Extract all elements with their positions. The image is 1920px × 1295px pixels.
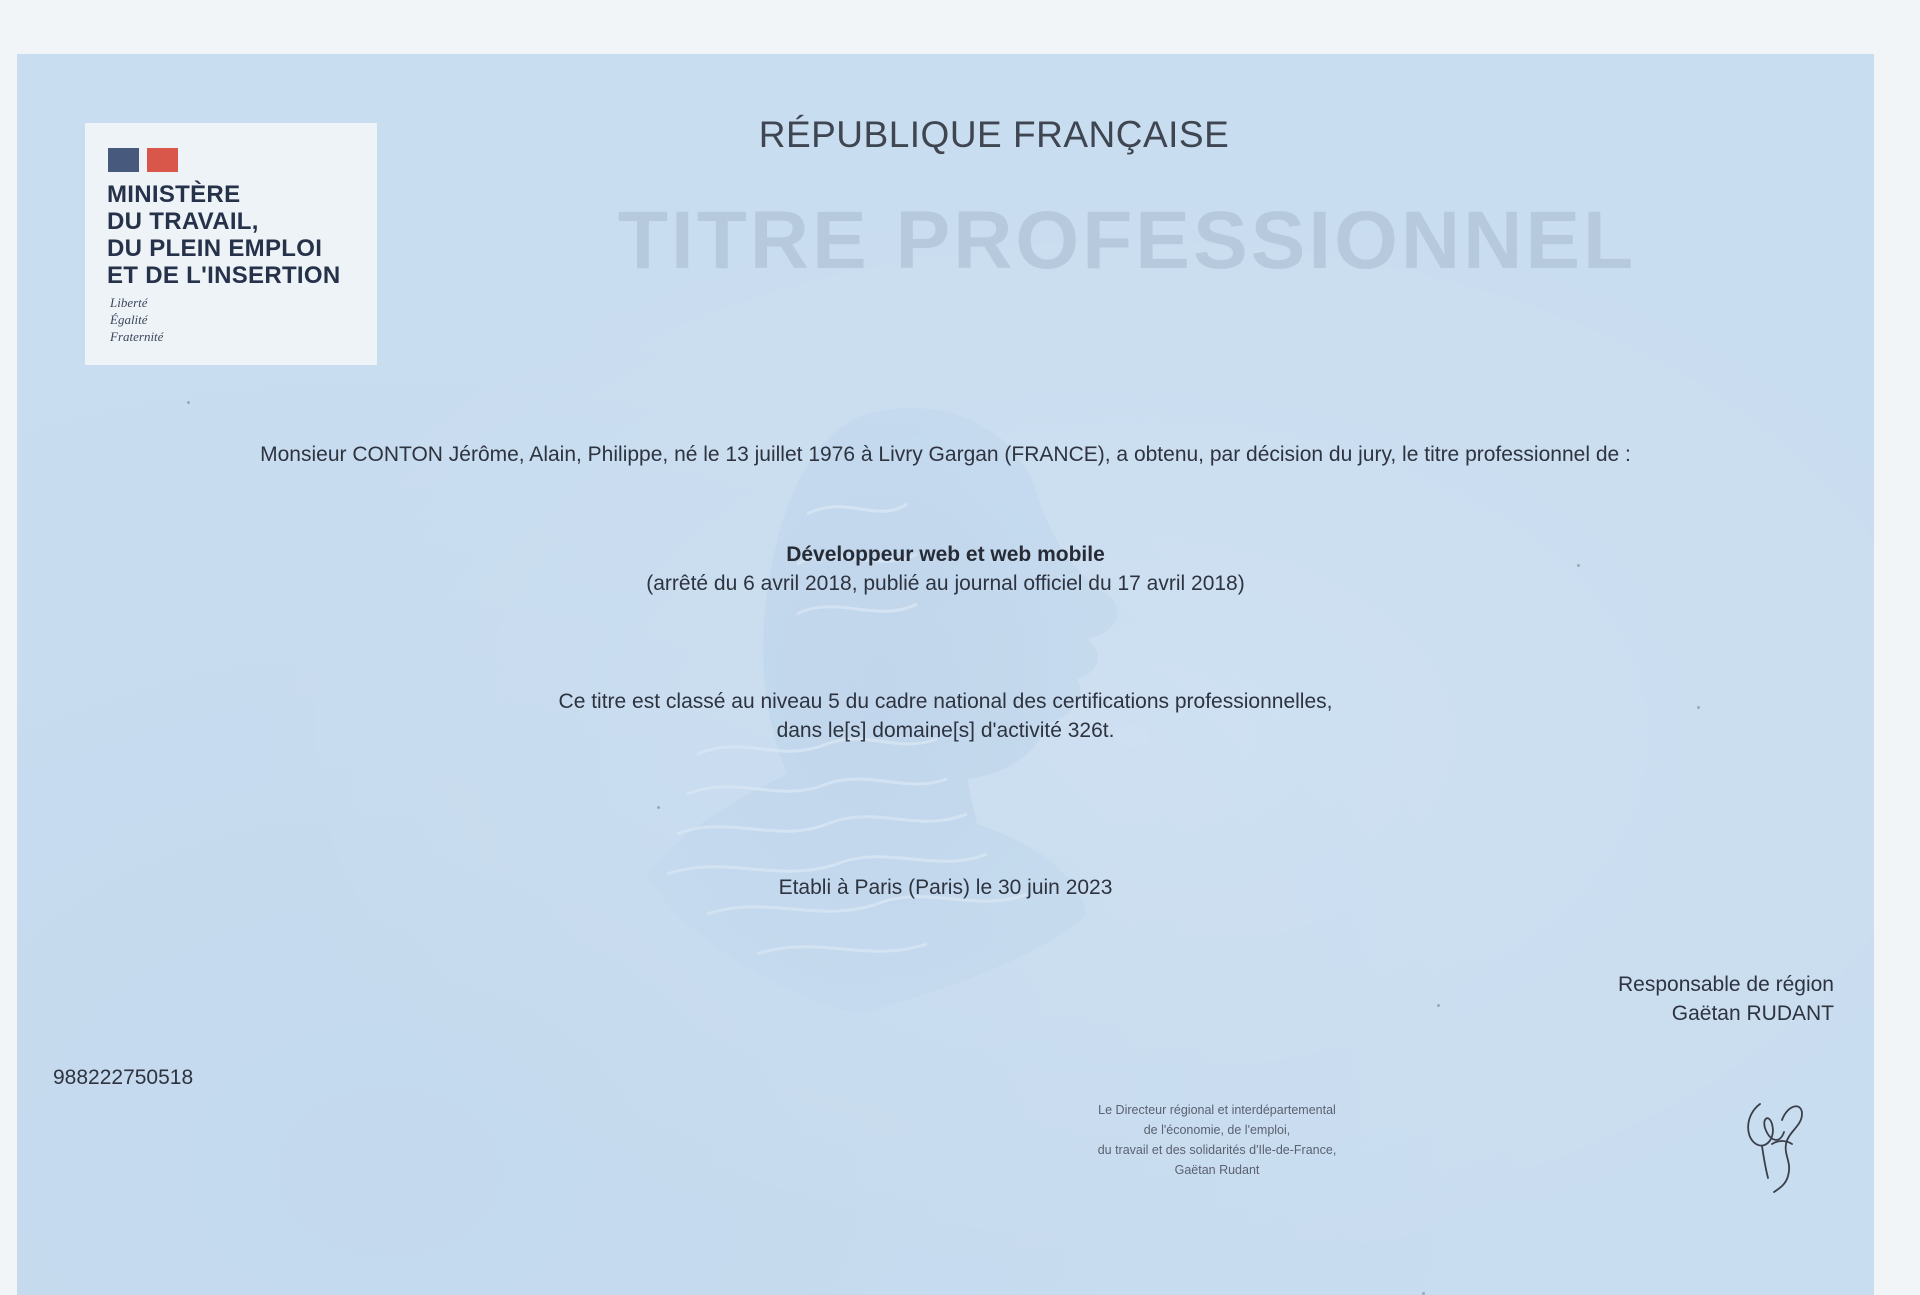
issue-place-date: Etabli à Paris (Paris) le 30 juin 2023 xyxy=(778,876,1113,899)
motto-line: Égalité xyxy=(110,312,148,327)
marianne-watermark xyxy=(647,407,1118,1015)
motto-line: Fraternité xyxy=(110,329,164,344)
certificate-number: 988222750518 xyxy=(53,1066,194,1089)
paper-speck xyxy=(1577,564,1580,567)
ministry-name: MINISTÈRE DU TRAVAIL, DU PLEIN EMPLOI ET… xyxy=(107,181,367,289)
official-stamp: Le Directeur régional et interdépartemen… xyxy=(1017,1100,1417,1180)
ministry-name-line: ET DE L'INSERTION xyxy=(107,262,341,289)
paper-speck xyxy=(1697,706,1700,709)
paper-speck xyxy=(657,806,660,809)
ministry-name-line: DU PLEIN EMPLOI xyxy=(107,235,323,262)
ministry-logo: MINISTÈRE DU TRAVAIL, DU PLEIN EMPLOI ET… xyxy=(85,123,377,365)
stamp-line: Gaëtan Rudant xyxy=(1174,1163,1260,1177)
activity-domain: dans le[s] domaine[s] d'activité 326t. xyxy=(776,719,1115,742)
ministry-name-line: DU TRAVAIL, xyxy=(107,208,259,235)
signer-role: Responsable de région xyxy=(1618,973,1834,996)
paper-speck xyxy=(1437,1004,1440,1007)
qualification-title: Développeur web et web mobile xyxy=(786,543,1105,566)
certificate-sheet: MINISTÈRE DU TRAVAIL, DU PLEIN EMPLOI ET… xyxy=(17,54,1874,1295)
document-title: TITRE PROFESSIONNEL xyxy=(617,195,1637,286)
stamp-line: de l'économie, de l'emploi, xyxy=(1143,1123,1291,1137)
certification-level: Ce titre est classé au niveau 5 du cadre… xyxy=(558,690,1333,713)
paper-speck xyxy=(187,401,190,404)
handwritten-signature xyxy=(1747,1103,1803,1193)
ministry-name-line: MINISTÈRE xyxy=(107,181,241,208)
republic-heading: RÉPUBLIQUE FRANÇAISE xyxy=(758,114,1230,155)
stamp-line: du travail et des solidarités d'Ile-de-F… xyxy=(1097,1143,1337,1157)
motto-line: Liberté xyxy=(110,295,148,310)
award-statement: Monsieur CONTON Jérôme, Alain, Philippe,… xyxy=(260,443,1631,466)
republic-motto: Liberté Égalité Fraternité xyxy=(110,294,163,345)
stamp-line: Le Directeur régional et interdépartemen… xyxy=(1098,1103,1336,1117)
qualification-decree: (arrêté du 6 avril 2018, publié au journ… xyxy=(646,572,1245,595)
signer-name: Gaëtan RUDANT xyxy=(1671,1002,1834,1025)
